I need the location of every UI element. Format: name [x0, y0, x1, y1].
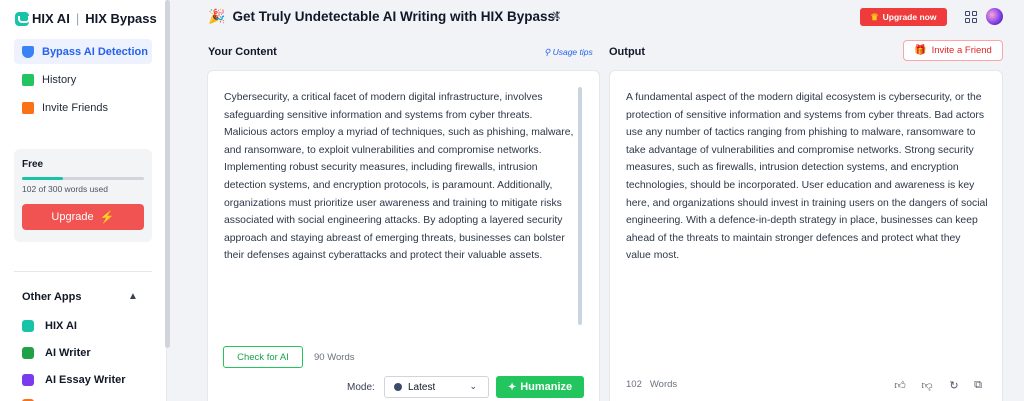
thumbs-down-icon[interactable]: 👎︎: [920, 378, 934, 392]
mode-label: Mode:: [347, 382, 375, 393]
app-item-ai-writer[interactable]: AI Writer: [22, 344, 91, 362]
plan-name: Free: [22, 159, 44, 170]
copy-icon[interactable]: ⧉: [971, 378, 985, 392]
nav-item-label: History: [42, 73, 77, 86]
usage-progress-fill: [22, 177, 64, 180]
lightbulb-icon: ⚲: [544, 47, 553, 57]
app-item-label: HIX AI: [45, 320, 77, 332]
sidebar-divider: [14, 271, 152, 272]
nav-item-history[interactable]: History: [14, 67, 152, 92]
upgrade-button-label: Upgrade: [51, 211, 94, 223]
nav-item-label: Invite Friends: [42, 101, 109, 114]
shield-icon: [22, 45, 34, 58]
close-icon[interactable]: ✕: [551, 8, 562, 24]
hix-logo-icon: [15, 11, 30, 26]
invite-friend-button[interactable]: 🎁 Invite a Friend: [903, 40, 1003, 61]
input-word-count: 90 Words: [314, 352, 355, 363]
app-item-ai-essay-writer[interactable]: AI Essay Writer: [22, 371, 126, 389]
brand[interactable]: HIX AI | HIX Bypass: [15, 11, 157, 26]
plan-card: Free 102 of 300 words used Upgrade ⚡: [14, 149, 152, 242]
apps-grid-icon[interactable]: [965, 11, 977, 23]
regenerate-icon[interactable]: ↻: [947, 378, 961, 392]
input-panel: Cybersecurity, a critical facet of moder…: [207, 70, 600, 401]
gift-icon: [22, 101, 34, 114]
ai-essay-writer-icon: [22, 374, 34, 386]
mode-select[interactable]: Latest ⌄: [384, 376, 489, 398]
usage-tips-label: Usage tips: [552, 47, 593, 57]
output-word-count-label: Words: [649, 379, 678, 390]
party-popper-icon: 🎉: [208, 8, 226, 24]
mode-value: Latest: [408, 381, 436, 393]
ai-writer-icon: [22, 347, 34, 359]
check-for-ai-button[interactable]: Check for AI: [223, 346, 303, 368]
chevron-up-icon[interactable]: ▲: [128, 291, 138, 302]
thumbs-up-icon[interactable]: 👍︎: [893, 378, 907, 392]
nav-item-invite-friends[interactable]: Invite Friends: [14, 95, 152, 120]
nav-item-label: Bypass AI Detection: [42, 45, 148, 58]
document-icon: [22, 73, 34, 86]
sidebar-scrollbar[interactable]: [165, 0, 170, 348]
crown-icon: ♛: [870, 11, 879, 22]
gift-icon: 🎁: [914, 45, 927, 56]
lightning-icon: ⚡: [99, 210, 115, 224]
mode-status-icon: [394, 383, 402, 391]
hix-ai-icon: [22, 320, 34, 332]
output-panel: A fundamental aspect of the modern digit…: [609, 70, 1003, 401]
upgrade-now-label: Upgrade now: [882, 12, 937, 22]
brand-product: HIX Bypass: [85, 11, 157, 26]
output-word-count-number: 102: [626, 379, 642, 390]
app-item-hix-ai[interactable]: HIX AI: [22, 317, 77, 335]
output-title: Output: [609, 46, 646, 58]
sidebar: HIX AI | HIX Bypass Bypass AI Detection …: [0, 0, 167, 401]
other-apps-title: Other Apps: [22, 291, 82, 303]
humanize-label: Humanize: [520, 381, 573, 393]
input-scrollbar[interactable]: [578, 87, 582, 325]
promo-text: Get Truly Undetectable AI Writing with H…: [232, 9, 560, 24]
sparkle-icon: ✦: [507, 381, 517, 393]
chevron-down-icon: ⌄: [469, 381, 477, 391]
promo-banner: 🎉 Get Truly Undetectable AI Writing with…: [208, 8, 560, 25]
brand-separator: |: [75, 11, 80, 26]
input-title: Your Content: [208, 46, 277, 58]
app-item-next[interactable]: [22, 396, 45, 401]
humanize-button[interactable]: ✦ Humanize: [496, 376, 584, 398]
app-item-label: AI Writer: [45, 347, 91, 359]
brand-name: HIX AI: [32, 11, 70, 26]
output-word-count: 102 Words: [626, 379, 677, 390]
usage-progress-bar: [22, 177, 144, 180]
usage-text: 102 of 300 words used: [22, 184, 109, 194]
upgrade-button[interactable]: Upgrade ⚡: [22, 204, 144, 230]
nav-item-bypass-ai-detection[interactable]: Bypass AI Detection: [14, 39, 152, 64]
avatar[interactable]: [986, 8, 1003, 25]
input-textarea[interactable]: Cybersecurity, a critical facet of moder…: [224, 89, 574, 265]
output-text: A fundamental aspect of the modern digit…: [626, 92, 988, 262]
app-item-label: AI Essay Writer: [45, 374, 126, 386]
usage-tips-link[interactable]: ⚲ Usage tips: [544, 47, 593, 58]
invite-friend-label: Invite a Friend: [931, 45, 992, 56]
upgrade-now-button[interactable]: ♛ Upgrade now: [860, 8, 947, 26]
